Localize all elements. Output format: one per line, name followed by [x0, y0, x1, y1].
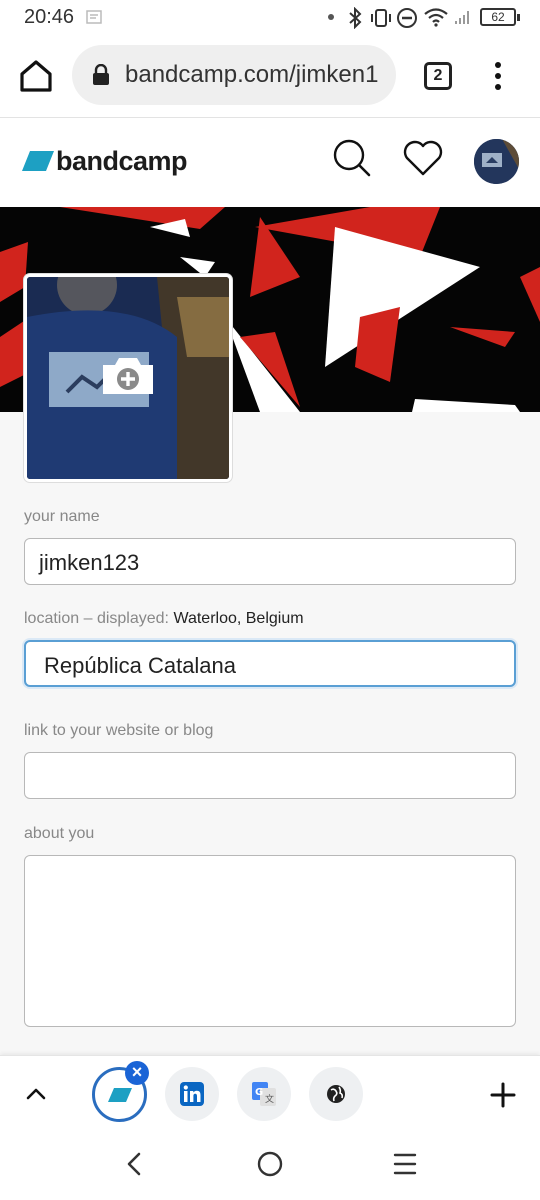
bandcamp-logo-icon: [22, 151, 54, 171]
url-text[interactable]: bandcamp.com/jimken1: [125, 61, 391, 89]
browser-toolbar: bandcamp.com/jimken1 2: [0, 36, 540, 118]
location-label: location – displayed: Waterloo, Belgium: [24, 610, 304, 628]
home-circle-icon[interactable]: [256, 1150, 284, 1178]
tab-strip: G文: [0, 1055, 540, 1130]
bluetooth-icon: [349, 7, 362, 29]
close-tab-button[interactable]: ×: [125, 1061, 149, 1085]
avatar-image: [474, 139, 519, 184]
website-label: link to your website or blog: [24, 722, 214, 739]
profile-photo[interactable]: [24, 274, 232, 482]
about-label: about you: [24, 825, 95, 842]
bandcamp-icon: [108, 1088, 132, 1102]
name-label: your name: [24, 508, 100, 525]
about-textarea[interactable]: [24, 855, 516, 1027]
wifi-icon: [424, 8, 448, 27]
location-label-text: location – displayed:: [24, 610, 169, 627]
status-bar: 20:46 62: [0, 0, 540, 36]
globe-icon: [327, 1085, 345, 1103]
tab-switcher-button[interactable]: 2: [424, 62, 452, 90]
status-time: 20:46: [24, 6, 75, 28]
notification-icon: [86, 10, 102, 24]
more-options-icon[interactable]: [488, 60, 508, 92]
website-input[interactable]: [24, 752, 516, 799]
svg-text:文: 文: [265, 1093, 274, 1105]
location-input[interactable]: República Catalana: [24, 640, 516, 687]
address-bar[interactable]: bandcamp.com/jimken1: [72, 45, 396, 105]
site-header: bandcamp: [0, 118, 540, 207]
bandcamp-logo[interactable]: bandcamp: [22, 144, 188, 178]
tab-website[interactable]: [309, 1067, 363, 1121]
location-displayed-value: Waterloo, Belgium: [173, 610, 304, 627]
linkedin-icon: [180, 1082, 204, 1106]
google-translate-icon: G文: [252, 1082, 276, 1106]
camera-add-icon[interactable]: [99, 355, 157, 397]
system-nav-bar: [0, 1130, 540, 1200]
svg-text:G: G: [255, 1087, 263, 1098]
wishlist-heart-icon[interactable]: [402, 138, 444, 178]
signal-icon: [455, 11, 469, 24]
vibrate-icon: [371, 9, 391, 27]
notification-dot-icon: [328, 14, 334, 20]
tab-linkedin[interactable]: [165, 1067, 219, 1121]
tab-google-translate[interactable]: G文: [237, 1067, 291, 1121]
logo-text: bandcamp: [56, 145, 188, 176]
recents-icon[interactable]: [392, 1150, 418, 1178]
new-tab-plus-icon[interactable]: [488, 1080, 518, 1110]
home-icon[interactable]: [16, 56, 56, 96]
user-avatar[interactable]: [474, 139, 519, 184]
chevron-up-icon[interactable]: [22, 1082, 50, 1104]
battery-icon: 62: [480, 8, 520, 26]
lock-icon: [93, 64, 109, 85]
back-icon[interactable]: [122, 1150, 146, 1178]
do-not-disturb-icon: [397, 8, 417, 28]
name-input[interactable]: jimken123: [24, 538, 516, 585]
search-icon[interactable]: [332, 138, 372, 178]
